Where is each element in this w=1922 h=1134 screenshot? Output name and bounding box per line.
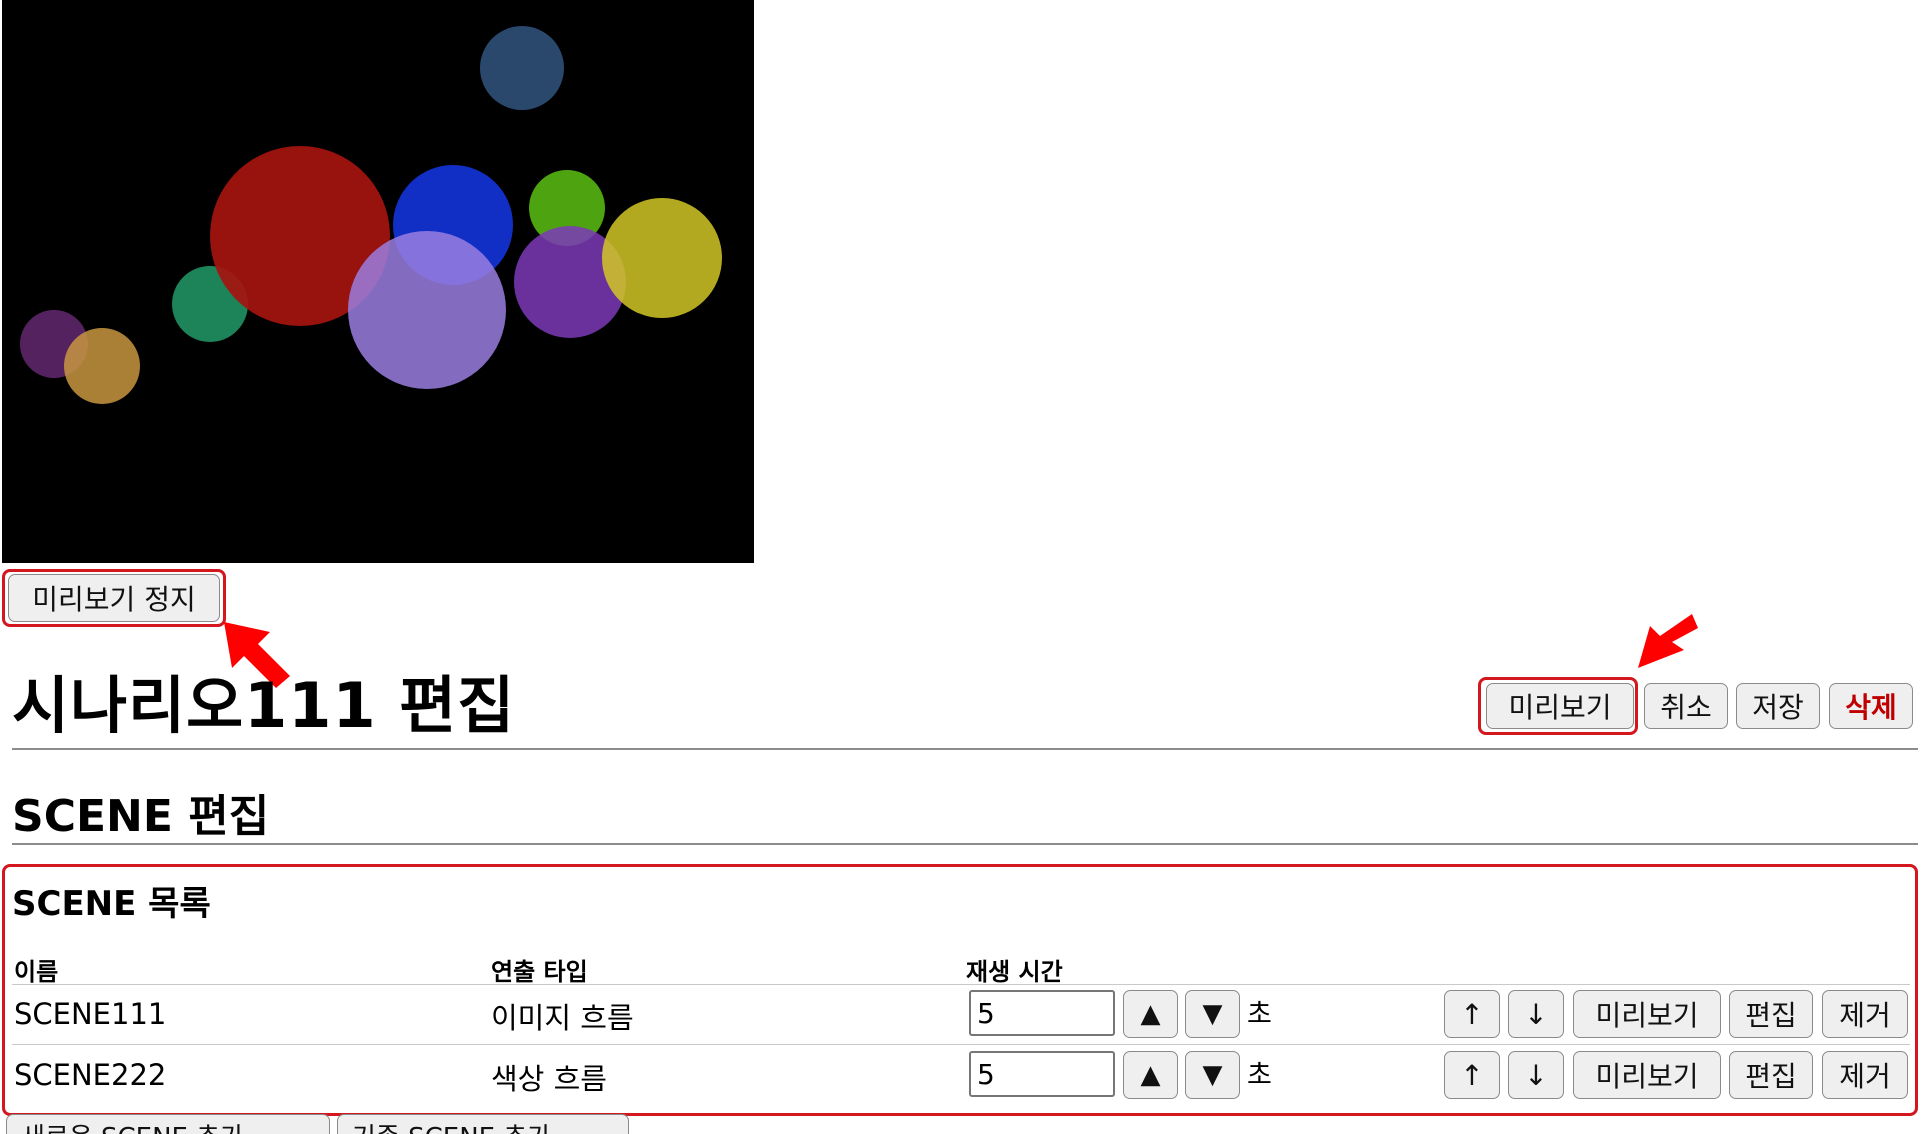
preview-canvas	[2, 0, 754, 563]
move-down-button[interactable]: ↓	[1508, 1051, 1564, 1099]
move-down-button[interactable]: ↓	[1508, 990, 1564, 1038]
column-header-duration: 재생 시간	[966, 958, 1063, 986]
stop-preview-button[interactable]: 미리보기 정지	[8, 574, 220, 622]
scene-edit-button[interactable]: 편집	[1729, 1051, 1813, 1099]
bubble	[480, 26, 564, 110]
cancel-button[interactable]: 취소	[1644, 683, 1728, 729]
duration-decrease-button[interactable]: ▼	[1185, 990, 1240, 1038]
scene-preview-button[interactable]: 미리보기	[1573, 1051, 1721, 1099]
scene-type: 이미지 흐름	[491, 1001, 634, 1035]
scene-type: 색상 흐름	[491, 1062, 607, 1096]
page-title: 시나리오111 편집	[12, 669, 516, 742]
preview-button[interactable]: 미리보기	[1486, 683, 1634, 729]
scene-edit-button[interactable]: 편집	[1729, 990, 1813, 1038]
duration-input[interactable]: 5	[969, 1051, 1115, 1097]
duration-increase-button[interactable]: ▲	[1123, 1051, 1178, 1099]
bubble	[348, 231, 506, 389]
duration-increase-button[interactable]: ▲	[1123, 990, 1178, 1038]
duration-input[interactable]: 5	[969, 990, 1115, 1036]
add-existing-scene-button[interactable]: 기존 SCENE 추가	[337, 1114, 629, 1134]
save-button[interactable]: 저장	[1736, 683, 1820, 729]
move-up-button[interactable]: ↑	[1444, 1051, 1500, 1099]
bubble	[602, 198, 722, 318]
duration-unit: 초	[1247, 1060, 1272, 1091]
delete-button[interactable]: 삭제	[1829, 683, 1913, 729]
row-divider	[12, 1044, 1910, 1045]
scene-name: SCENE222	[14, 1058, 167, 1092]
column-header-type: 연출 타입	[491, 958, 588, 986]
scene-edit-heading: SCENE 편집	[12, 791, 270, 842]
column-header-name: 이름	[14, 958, 59, 986]
scene-edit-divider	[12, 843, 1918, 845]
add-new-scene-button[interactable]: 새로운 SCENE 추가	[6, 1114, 330, 1134]
arrow-icon	[1638, 614, 1698, 668]
duration-decrease-button[interactable]: ▼	[1185, 1051, 1240, 1099]
header-divider	[12, 984, 1910, 985]
scene-remove-button[interactable]: 제거	[1822, 990, 1908, 1038]
bubble	[64, 328, 140, 404]
scene-list-heading: SCENE 목록	[12, 884, 211, 924]
preview-bubbles	[20, 26, 722, 404]
move-up-button[interactable]: ↑	[1444, 990, 1500, 1038]
title-divider	[12, 748, 1918, 750]
duration-unit: 초	[1247, 999, 1272, 1030]
scene-preview-button[interactable]: 미리보기	[1573, 990, 1721, 1038]
scene-name: SCENE111	[14, 997, 167, 1031]
scene-remove-button[interactable]: 제거	[1822, 1051, 1908, 1099]
